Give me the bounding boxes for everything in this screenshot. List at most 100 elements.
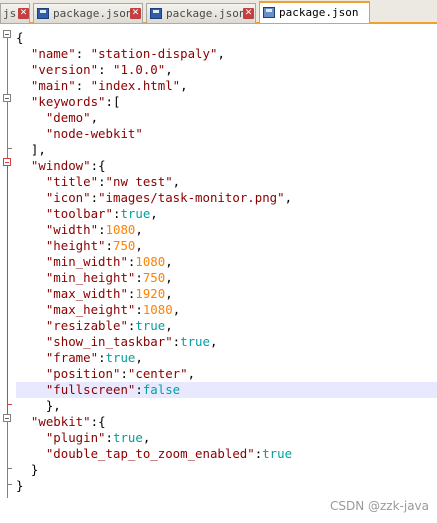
code-token: :	[120, 366, 128, 381]
code-token: true	[105, 350, 136, 365]
code-token: :	[135, 270, 143, 285]
fold-end-marker	[7, 404, 12, 405]
code-token: :	[98, 222, 106, 237]
close-icon[interactable]: ✕	[18, 8, 29, 19]
code-line: ],	[16, 142, 437, 158]
code-token: 1920	[135, 286, 166, 301]
code-token: :	[90, 190, 99, 205]
code-token: ,	[165, 286, 173, 301]
code-line: "window":{	[16, 158, 437, 174]
code-line: }	[16, 462, 437, 478]
fold-end-marker	[7, 468, 12, 469]
code-token: true	[120, 206, 151, 221]
tab-package-json-1[interactable]: package.json ✕	[33, 3, 143, 23]
code-token: ,	[165, 318, 173, 333]
code-token: "index.html"	[90, 78, 181, 93]
code-token: :{	[90, 414, 106, 429]
code-line: "width":1080,	[16, 222, 437, 238]
code-line: "max_width":1920,	[16, 286, 437, 302]
code-line: "height":750,	[16, 238, 437, 254]
code-token: ,	[135, 238, 143, 253]
code-token: "width"	[45, 222, 99, 237]
code-token: {	[16, 30, 24, 45]
code-token: :	[98, 62, 113, 77]
code-token: 1080	[135, 254, 166, 269]
code-token: "toolbar"	[45, 206, 113, 221]
code-line: "name": "station-dispaly",	[16, 46, 437, 62]
fold-toggle-icon[interactable]	[3, 30, 11, 38]
code-token: true	[113, 430, 143, 445]
code-token: ,	[165, 270, 173, 285]
code-token: "name"	[30, 46, 76, 61]
code-editor[interactable]: { "name": "station-dispaly", "version": …	[16, 30, 437, 494]
code-token: :	[105, 430, 113, 445]
save-file-icon	[150, 8, 162, 19]
code-token: ,	[142, 430, 151, 445]
code-token: "min_height"	[45, 270, 136, 285]
code-token: "webkit"	[30, 414, 91, 429]
code-token: ,	[209, 334, 218, 349]
code-token: ,	[180, 78, 188, 93]
tab-package-json-active[interactable]: package.json	[259, 1, 370, 23]
code-token: ,	[172, 302, 181, 317]
fold-toggle-icon[interactable]	[3, 414, 11, 422]
tab-bar: js ✕ package.json ✕ package.json ✕ packa…	[0, 0, 437, 24]
code-line: "max_height":1080,	[16, 302, 437, 318]
code-token: "max_height"	[45, 302, 136, 317]
code-line: "plugin":true,	[16, 430, 437, 446]
code-token: ,	[284, 190, 293, 205]
fold-margin	[0, 24, 14, 523]
fold-toggle-icon[interactable]	[3, 158, 11, 166]
code-token: "images/task-monitor.png"	[98, 190, 285, 205]
code-token: ],	[16, 142, 46, 157]
code-token: "version"	[30, 62, 99, 77]
code-line: "title":"nw test",	[16, 174, 437, 190]
close-icon[interactable]: ✕	[243, 8, 254, 19]
code-token: "title"	[45, 174, 99, 189]
code-line: "fullscreen":false	[16, 382, 437, 398]
tab-package-json-2[interactable]: package.json ✕	[146, 3, 256, 23]
close-icon[interactable]: ✕	[130, 8, 141, 19]
code-token: ,	[187, 366, 196, 381]
code-token: "station-dispaly"	[90, 46, 218, 61]
code-token: "plugin"	[45, 430, 106, 445]
code-token: "keywords"	[30, 94, 106, 109]
code-line: "min_width":1080,	[16, 254, 437, 270]
code-token: "min_width"	[45, 254, 128, 269]
code-line: }	[16, 478, 437, 494]
code-token: "icon"	[45, 190, 91, 205]
tab-label: package.json	[166, 7, 246, 20]
code-token: "height"	[45, 238, 106, 253]
code-token: ,	[150, 206, 158, 221]
code-token: ,	[172, 174, 181, 189]
code-token: }	[16, 478, 24, 493]
code-token: 1080	[105, 222, 136, 237]
save-file-icon	[263, 7, 275, 18]
tab-label: js	[3, 7, 17, 20]
code-token: "window"	[30, 158, 91, 173]
code-token: "demo"	[45, 110, 91, 125]
code-token: true	[262, 446, 293, 461]
code-token: :	[98, 350, 106, 365]
code-line: "position":"center",	[16, 366, 437, 382]
tab-js[interactable]: js ✕	[0, 3, 30, 23]
code-token: ,	[217, 46, 225, 61]
code-token: "resizable"	[45, 318, 128, 333]
code-token: :	[75, 78, 91, 93]
code-token: 750	[142, 270, 166, 285]
code-token: "position"	[45, 366, 121, 381]
fold-toggle-icon[interactable]	[3, 94, 11, 102]
code-token: "fullscreen"	[45, 382, 136, 397]
